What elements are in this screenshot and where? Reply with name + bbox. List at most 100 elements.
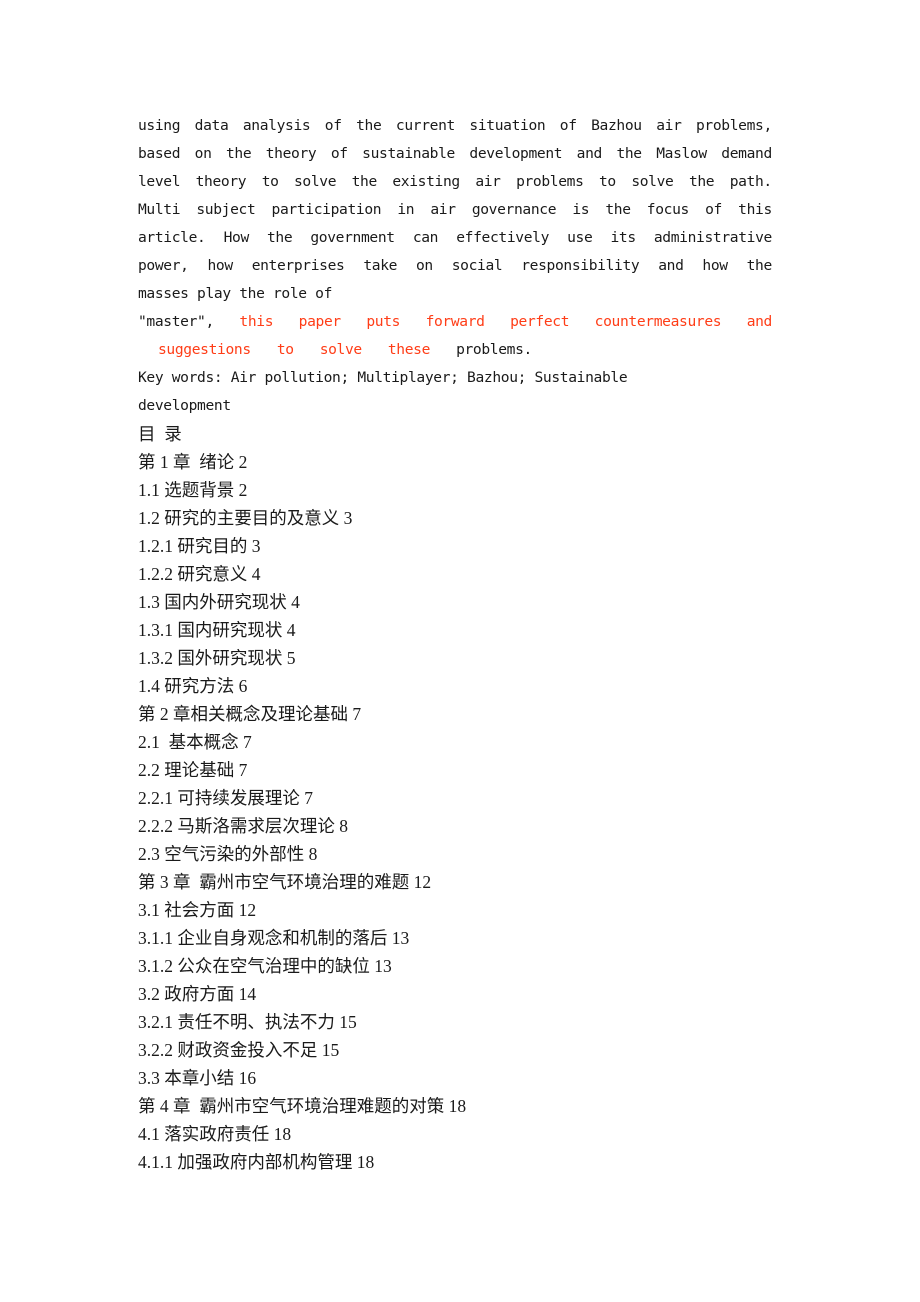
abstract-word: theory — [265, 145, 317, 162]
abstract-word: its — [610, 229, 636, 246]
abstract-line-2: based on the theory of sustainable development… — [138, 140, 772, 168]
toc-entry[interactable]: 1.3.2 国外研究现状 5 — [138, 644, 838, 672]
abstract-word: the — [605, 201, 631, 218]
abstract-word: current — [395, 117, 455, 134]
red-word: perfect — [510, 313, 570, 330]
toc-entry[interactable]: 第 1 章 绪论 2 — [138, 448, 838, 476]
abstract-word: situation — [469, 117, 546, 134]
toc-entry[interactable]: 2.2.2 马斯洛需求层次理论 8 — [138, 812, 838, 840]
abstract-word: take — [363, 257, 398, 274]
abstract-word: article. — [138, 229, 206, 246]
abstract-word: theory — [195, 173, 247, 190]
abstract-word: this — [738, 201, 772, 218]
abstract-line-6: power, how enterprises take on social responsi… — [138, 252, 772, 280]
keywords-line-2: development — [138, 397, 231, 414]
toc-entry[interactable]: 4.1.1 加强政府内部机构管理 18 — [138, 1148, 838, 1176]
abstract-word: governance — [471, 201, 557, 218]
abstract-word: Multi — [138, 201, 181, 218]
abstract-word: based — [138, 145, 181, 162]
toc-entry[interactable]: 第 3 章 霸州市空气环境治理的难题 12 — [138, 868, 838, 896]
abstract-word: the — [225, 145, 252, 162]
abstract-word: air — [475, 173, 501, 190]
toc-entry[interactable]: 1.2 研究的主要目的及意义 3 — [138, 504, 838, 532]
red-word: countermeasures — [594, 313, 722, 330]
red-word: this — [239, 313, 274, 330]
abstract-line-4: Multi subject participation in air governance… — [138, 196, 772, 224]
contents-heading: 目 录 — [138, 424, 182, 444]
toc-entry[interactable]: 1.3 国内外研究现状 4 — [138, 588, 838, 616]
table-of-contents: 目 录 第 1 章 绪论 2 1.1 选题背景 2 1.2 研究的主要目的及意义 3… — [138, 420, 838, 1176]
abstract-word: the — [356, 117, 382, 134]
abstract-word: government — [310, 229, 395, 246]
red-word: solve — [319, 341, 363, 358]
abstract-word: responsibility — [521, 257, 640, 274]
toc-entry[interactable]: 3.2.1 责任不明、执法不力 15 — [138, 1008, 838, 1036]
abstract-word: in — [397, 201, 415, 218]
abstract-word: development — [469, 145, 563, 162]
toc-entry[interactable]: 4.1 落实政府责任 18 — [138, 1120, 838, 1148]
document-page: using data analysis of the current situation of… — [0, 0, 920, 1302]
red-word: to — [276, 341, 294, 358]
abstract-line-3: level theory to solve the existing air problems… — [138, 168, 772, 196]
abstract-word: can — [412, 229, 439, 246]
toc-entry[interactable]: 3.2.2 财政资金投入不足 15 — [138, 1036, 838, 1064]
toc-entry[interactable]: 1.2.2 研究意义 4 — [138, 560, 838, 588]
toc-entry[interactable]: 第 4 章 霸州市空气环境治理难题的对策 18 — [138, 1092, 838, 1120]
toc-entry[interactable]: 1.2.1 研究目的 3 — [138, 532, 838, 560]
abstract-word: demand — [721, 145, 772, 162]
abstract-word: effectively — [456, 229, 550, 246]
abstract-word: power, — [138, 257, 189, 274]
abstract-word: existing — [392, 173, 460, 190]
abstract-word: on — [194, 145, 212, 162]
abstract-word: and — [576, 145, 603, 162]
toc-entry[interactable]: 3.1.1 企业自身观念和机制的落后 13 — [138, 924, 838, 952]
red-word: and — [746, 313, 773, 330]
abstract-word: problems — [516, 173, 584, 190]
abstract-word: Bazhou — [591, 117, 642, 134]
abstract-word: how — [702, 257, 728, 274]
toc-entry[interactable]: 2.2.1 可持续发展理论 7 — [138, 784, 838, 812]
toc-entry[interactable]: 第 2 章相关概念及理论基础 7 — [138, 700, 838, 728]
trailing-black-word: problems. — [456, 341, 532, 358]
toc-entry[interactable]: 2.3 空气污染的外部性 8 — [138, 840, 838, 868]
abstract-word: is — [572, 201, 590, 218]
toc-entry[interactable]: 3.3 本章小结 16 — [138, 1064, 838, 1092]
abstract-line-7: masses play the role of — [138, 285, 333, 302]
abstract-word: on — [416, 257, 433, 274]
abstract-word: of — [705, 201, 722, 218]
toc-entry[interactable]: 3.1.2 公众在空气治理中的缺位 13 — [138, 952, 838, 980]
toc-entry[interactable]: 1.4 研究方法 6 — [138, 672, 838, 700]
abstract-word: solve — [631, 173, 674, 190]
abstract-word: air — [656, 117, 682, 134]
abstract-line-5: article. How the government can effectively us… — [138, 224, 772, 252]
abstract-word: how — [207, 257, 234, 274]
red-word: suggestions — [158, 341, 251, 358]
red-word: forward — [425, 313, 485, 330]
abstract-word: focus — [646, 201, 690, 218]
toc-entry[interactable]: 2.1 基本概念 7 — [138, 728, 838, 756]
red-word: paper — [298, 313, 342, 330]
abstract-word: of — [324, 117, 342, 134]
toc-entry[interactable]: 3.2 政府方面 14 — [138, 980, 838, 1008]
highlighted-abstract-line-1: "master", this paper puts forward perfec… — [138, 308, 772, 336]
abstract-word: of — [330, 145, 348, 162]
abstract-word: subject — [196, 201, 256, 218]
contents-entry-list: 第 1 章 绪论 2 1.1 选题背景 2 1.2 研究的主要目的及意义 3 1.2.… — [138, 448, 838, 1176]
abstract-word: the — [688, 173, 715, 190]
abstract-word: of — [559, 117, 577, 134]
toc-entry[interactable]: 3.1 社会方面 12 — [138, 896, 838, 924]
abstract-word: the — [351, 173, 378, 190]
abstract-word: the — [746, 257, 773, 274]
toc-entry[interactable]: 1.3.1 国内研究现状 4 — [138, 616, 838, 644]
abstract-word: problems, — [695, 117, 772, 134]
highlighted-abstract-line-2: suggestions to solve these problems. — [138, 336, 772, 364]
toc-entry[interactable]: 1.1 选题背景 2 — [138, 476, 838, 504]
abstract-word: data — [194, 117, 229, 134]
abstract-word: path. — [729, 173, 773, 190]
abstract-word: to — [261, 173, 279, 190]
abstract-word: air — [430, 201, 456, 218]
abstract-word: using — [138, 117, 181, 134]
abstract-word: solve — [294, 173, 337, 190]
toc-entry[interactable]: 2.2 理论基础 7 — [138, 756, 838, 784]
abstract-word: the — [616, 145, 642, 162]
